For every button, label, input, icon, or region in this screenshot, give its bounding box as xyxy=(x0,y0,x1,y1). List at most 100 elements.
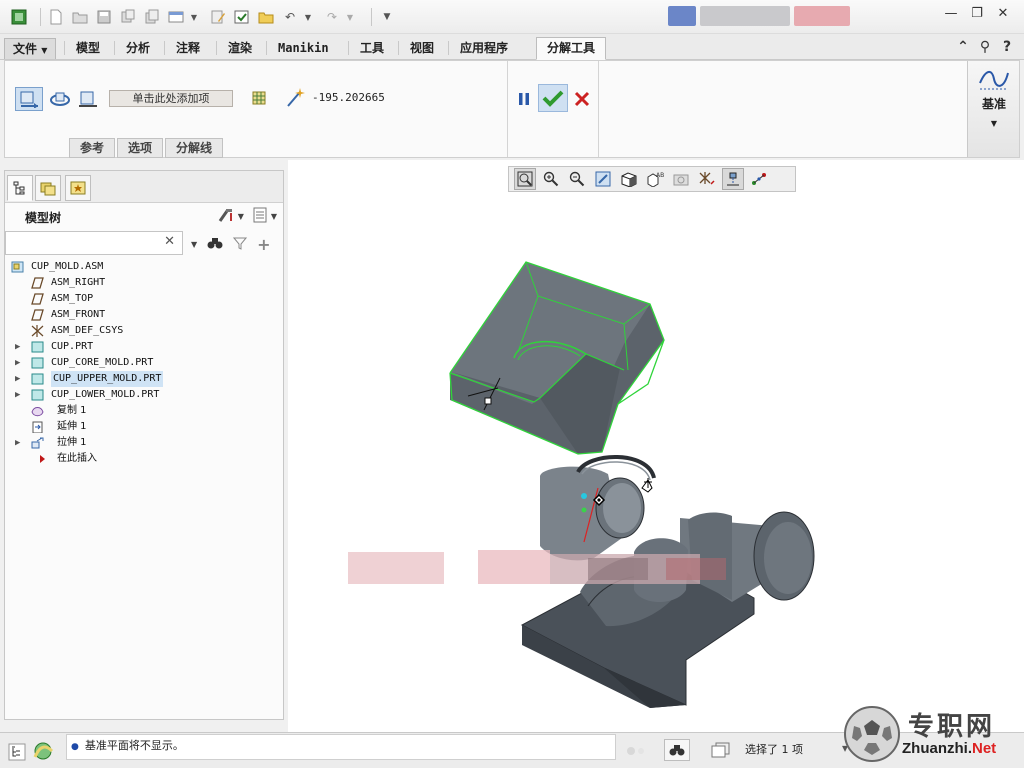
tree-item-insert-here[interactable]: 在此插入 xyxy=(5,451,283,467)
checklist-icon[interactable] xyxy=(233,8,251,26)
filter-icon[interactable] xyxy=(233,236,248,253)
chevron-down-icon[interactable]: ▼ xyxy=(238,212,244,221)
browser-toggle-icon[interactable] xyxy=(32,741,54,764)
expand-arrow-icon[interactable]: ▶ xyxy=(15,355,20,371)
tree-item-cup-prt[interactable]: ▶ CUP.PRT xyxy=(5,339,283,355)
tab-analysis[interactable]: 分析 xyxy=(118,38,158,59)
tab-model-tree[interactable] xyxy=(7,175,33,201)
redo-icon[interactable]: ↷ xyxy=(323,8,341,26)
chevron-down-icon[interactable]: ▼ xyxy=(185,8,203,26)
expand-arrow-icon[interactable]: ▶ xyxy=(15,387,20,403)
datum-group-button[interactable]: 基准 ▼ xyxy=(967,61,1019,157)
zoom-in-button[interactable] xyxy=(540,168,562,190)
component-offset-button[interactable] xyxy=(748,168,770,190)
tree-item-extrude-1[interactable]: ▶ 拉伸 1 xyxy=(5,435,283,451)
folder-icon[interactable] xyxy=(257,8,275,26)
motion-reference-icon[interactable] xyxy=(284,85,306,109)
view-manager-button[interactable] xyxy=(670,168,692,190)
tab-references[interactable]: 参考 xyxy=(69,138,116,158)
ribbon-tab-bar: 文件 ▼ 模型 分析 注释 渲染 Manikin 工具 视图 应用程序 分解工具… xyxy=(0,34,1024,60)
tab-folder-browser[interactable] xyxy=(35,175,61,201)
navigator-tabs xyxy=(5,171,283,203)
show-options-icon[interactable] xyxy=(252,207,268,226)
view-plane-motion-button[interactable] xyxy=(75,87,101,111)
zoom-out-button[interactable] xyxy=(566,168,588,190)
tree-item-cup-lower-mold[interactable]: ▶ CUP_LOWER_MOLD.PRT xyxy=(5,387,283,403)
pause-button[interactable] xyxy=(513,87,535,111)
tree-item-cup-upper-mold[interactable]: ▶ CUP_UPPER_MOLD.PRT xyxy=(5,371,283,387)
tab-explode-lines[interactable]: 分解线 xyxy=(165,138,224,158)
tree-item-asm-top[interactable]: ASM_TOP xyxy=(5,291,283,307)
open-file-icon[interactable] xyxy=(71,8,89,26)
expand-arrow-icon[interactable]: ▶ xyxy=(15,339,20,355)
settings-tools-icon[interactable] xyxy=(217,207,235,226)
expand-arrow-icon[interactable]: ▶ xyxy=(15,435,20,451)
close-icon[interactable]: ✕ xyxy=(990,6,1016,21)
tab-favorites[interactable] xyxy=(65,175,91,201)
upper-mold-part-highlighted[interactable] xyxy=(449,261,665,455)
find-button[interactable] xyxy=(664,739,690,761)
tree-item-extend-1[interactable]: 延伸 1 xyxy=(5,419,283,435)
find-binoculars-icon[interactable] xyxy=(207,236,223,253)
add-icon[interactable]: + xyxy=(257,235,270,254)
datum-display-button[interactable] xyxy=(696,168,718,190)
window-icon[interactable] xyxy=(167,8,185,26)
help-icon[interactable]: ? xyxy=(996,39,1018,55)
customize-toolbar-icon[interactable]: ▼ xyxy=(378,8,396,26)
undo-icon[interactable]: ↶ xyxy=(281,8,299,26)
copy-icon[interactable] xyxy=(143,8,161,26)
selection-filter-icon[interactable] xyxy=(710,741,732,762)
repaint-button[interactable] xyxy=(592,168,614,190)
minimize-icon[interactable]: — xyxy=(938,6,964,21)
tab-tools[interactable]: 工具 xyxy=(352,38,392,59)
tab-manikin[interactable]: Manikin xyxy=(270,38,337,59)
display-style-button[interactable] xyxy=(618,168,640,190)
tab-model[interactable]: 模型 xyxy=(68,38,108,59)
move-handle-cursor[interactable] xyxy=(641,478,653,493)
graphics-viewport[interactable]: · · · · · · · xyxy=(288,160,1024,732)
tab-view[interactable]: 视图 xyxy=(402,38,442,59)
tree-item-copy-1[interactable]: 复制 1 xyxy=(5,403,283,419)
navigator-toggle-icon[interactable] xyxy=(8,743,26,764)
undo-dropdown-icon[interactable]: ▼ xyxy=(299,8,317,26)
search-icon[interactable]: ⚲ xyxy=(974,39,996,55)
progress-indicator xyxy=(626,745,656,757)
tab-applications[interactable]: 应用程序 xyxy=(452,38,516,59)
accept-button[interactable] xyxy=(538,84,568,112)
cup-part[interactable] xyxy=(540,455,656,561)
model-tree-tools: ▼ ▼ xyxy=(214,207,277,226)
reference-collector[interactable]: 单击此处添加项 xyxy=(109,90,233,107)
explode-line-icon[interactable] xyxy=(248,88,270,108)
refit-button[interactable] xyxy=(514,168,536,190)
new-file-icon[interactable] xyxy=(47,8,65,26)
restore-icon[interactable]: ❐ xyxy=(964,6,990,21)
clear-search-icon[interactable]: ✕ xyxy=(164,234,175,249)
save-icon[interactable] xyxy=(95,8,113,26)
tree-item-asm-front[interactable]: ASM_FRONT xyxy=(5,307,283,323)
move-distance-value: -195.202665 xyxy=(312,91,385,104)
tree-item-asm-def-csys[interactable]: ASM_DEF_CSYS xyxy=(5,323,283,339)
tree-search-input[interactable]: ✕ xyxy=(5,231,183,255)
redo-dropdown-icon[interactable]: ▼ xyxy=(341,8,359,26)
tree-item-cup-mold-asm[interactable]: CUP_MOLD.ASM xyxy=(5,259,283,275)
cancel-button[interactable] xyxy=(571,87,593,111)
tab-file[interactable]: 文件 ▼ xyxy=(4,38,57,59)
tab-explode-tool[interactable]: 分解工具 xyxy=(536,37,607,60)
translate-motion-button[interactable] xyxy=(15,87,43,111)
tab-options[interactable]: 选项 xyxy=(117,138,164,158)
tab-render[interactable]: 渲染 xyxy=(220,38,260,59)
regenerate-icon[interactable] xyxy=(119,8,137,26)
tree-item-label: ASM_RIGHT xyxy=(51,277,106,288)
tree-item-asm-right[interactable]: ASM_RIGHT xyxy=(5,275,283,291)
edit-icon[interactable] xyxy=(209,8,227,26)
chevron-down-icon[interactable]: ▼ xyxy=(271,212,277,221)
tree-item-cup-core-mold[interactable]: ▶ CUP_CORE_MOLD.PRT xyxy=(5,355,283,371)
rotate-motion-button[interactable] xyxy=(47,87,73,111)
expand-arrow-icon[interactable]: ▶ xyxy=(15,371,20,387)
collapse-ribbon-icon[interactable]: ⌃ xyxy=(952,39,974,55)
copy-feature-icon xyxy=(31,407,44,417)
chevron-down-icon[interactable]: ▼ xyxy=(191,240,197,249)
saved-orientations-button[interactable]: AB xyxy=(644,168,666,190)
explode-view-toggle[interactable] xyxy=(722,168,744,190)
tab-annotate[interactable]: 注释 xyxy=(168,38,208,59)
